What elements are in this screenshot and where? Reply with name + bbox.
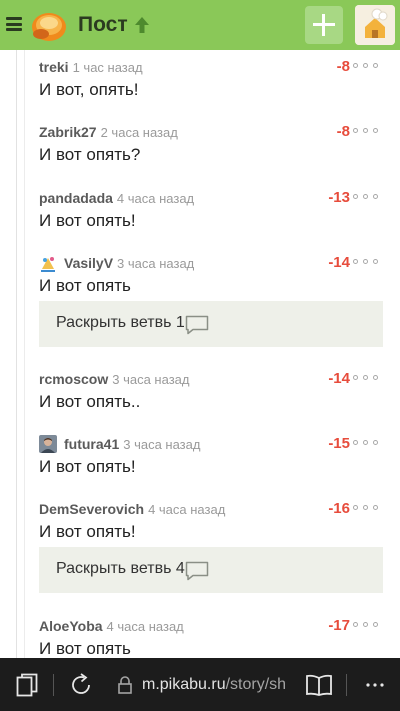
comment-text: И вот опять! (39, 457, 136, 476)
comment-time[interactable]: 2 часа назад (101, 125, 178, 140)
comment-time[interactable]: 3 часа назад (117, 256, 194, 271)
tabs-button[interactable] (10, 658, 44, 711)
comment-author[interactable]: VasilyV (64, 255, 113, 271)
comment-text: И вот опять (39, 276, 131, 295)
book-icon (306, 674, 332, 696)
user-avatar-icon[interactable] (39, 254, 57, 272)
more-options-icon[interactable] (353, 375, 378, 383)
comment-text: И вот опять! (39, 211, 136, 230)
pikabu-logo[interactable] (30, 7, 68, 43)
url-host: m.pikabu.ru (142, 675, 226, 693)
arrow-up-icon[interactable] (134, 16, 150, 34)
comment: VasilyV 3 часа назад -14 И вот опять (39, 254, 384, 296)
more-options-icon[interactable] (353, 194, 378, 202)
url-path: /story/sh (225, 675, 287, 693)
comment-text: И вот, опять! (39, 80, 139, 99)
comment-rating: -13 (328, 189, 350, 206)
toolbar-divider (346, 674, 347, 696)
reading-view-button[interactable] (302, 658, 336, 711)
comment-rating: -15 (328, 435, 350, 452)
expand-branch-button[interactable]: Раскрыть ветвь 1 (39, 301, 383, 347)
comment-time[interactable]: 4 часа назад (117, 191, 194, 206)
ellipsis-icon (366, 682, 384, 687)
comment-rating: -8 (336, 58, 350, 75)
page-title: Пост (78, 13, 128, 36)
comment-rating: -14 (328, 370, 350, 387)
comment-text: И вот опять (39, 639, 131, 658)
top-bar: Пост (0, 0, 400, 50)
comment-bubble-icon (185, 561, 209, 581)
comment-text: И вот опять! (39, 522, 136, 541)
comment: futura41 3 часа назад -15 И вот опять! (39, 435, 384, 477)
thread-line (24, 50, 25, 658)
comment-author[interactable]: pandadada (39, 190, 113, 206)
comment: DemSeverovich 4 часа назад -16 И вот опя… (39, 500, 384, 542)
comment-time[interactable]: 3 часа назад (112, 372, 189, 387)
comment-rating: -17 (328, 617, 350, 634)
hamburger-menu-icon[interactable] (6, 17, 22, 31)
comment-text: И вот опять.. (39, 392, 141, 411)
comment-author[interactable]: DemSeverovich (39, 501, 144, 517)
more-options-icon[interactable] (353, 63, 378, 71)
comment-author[interactable]: Zabrik27 (39, 124, 97, 140)
comment-author[interactable]: treki (39, 59, 69, 75)
user-avatar-icon[interactable] (39, 435, 57, 453)
comment-rating: -16 (328, 500, 350, 517)
more-options-icon[interactable] (353, 259, 378, 267)
thread-line (16, 50, 17, 658)
comment-time[interactable]: 3 часа назад (123, 437, 200, 452)
expand-branch-label: Раскрыть ветвь 1 (56, 314, 185, 331)
comment-rating: -8 (336, 123, 350, 140)
add-post-button[interactable] (305, 6, 343, 44)
comment-author[interactable]: AloeYoba (39, 618, 103, 634)
comment: pandadada 4 часа назад -13 И вот опять! (39, 189, 384, 231)
comment-author[interactable]: rcmoscow (39, 371, 108, 387)
more-options-icon[interactable] (353, 128, 378, 136)
comment-time[interactable]: 4 часа назад (107, 619, 184, 634)
user-avatar[interactable] (355, 5, 395, 45)
comment-time[interactable]: 1 час назад (73, 60, 143, 75)
comment-rating: -14 (328, 254, 350, 271)
expand-branch-label: Раскрыть ветвь 4 (56, 560, 185, 577)
comment: treki 1 час назад -8 И вот, опять! (39, 58, 384, 100)
comment: Zabrik27 2 часа назад -8 И вот опять? (39, 123, 384, 165)
comment: AloeYoba 4 часа назад -17 И вот опять (39, 617, 384, 658)
comment-author[interactable]: futura41 (64, 436, 119, 452)
more-options-icon[interactable] (353, 622, 378, 630)
refresh-button[interactable] (64, 658, 98, 711)
more-menu-button[interactable] (360, 658, 390, 711)
expand-branch-button[interactable]: Раскрыть ветвь 4 (39, 547, 383, 593)
comment-text: И вот опять? (39, 145, 141, 164)
tabs-icon (16, 673, 38, 696)
toolbar-divider (53, 674, 54, 696)
comment: rcmoscow 3 часа назад -14 И вот опять.. (39, 370, 384, 412)
comment-time[interactable]: 4 часа назад (148, 502, 225, 517)
address-bar[interactable]: m.pikabu.ru/story/sh (142, 658, 292, 711)
refresh-icon (72, 672, 90, 694)
lock-icon (116, 658, 134, 711)
more-options-icon[interactable] (353, 440, 378, 448)
comment-bubble-icon (185, 315, 209, 335)
more-options-icon[interactable] (353, 505, 378, 513)
browser-toolbar: m.pikabu.ru/story/sh (0, 658, 400, 711)
